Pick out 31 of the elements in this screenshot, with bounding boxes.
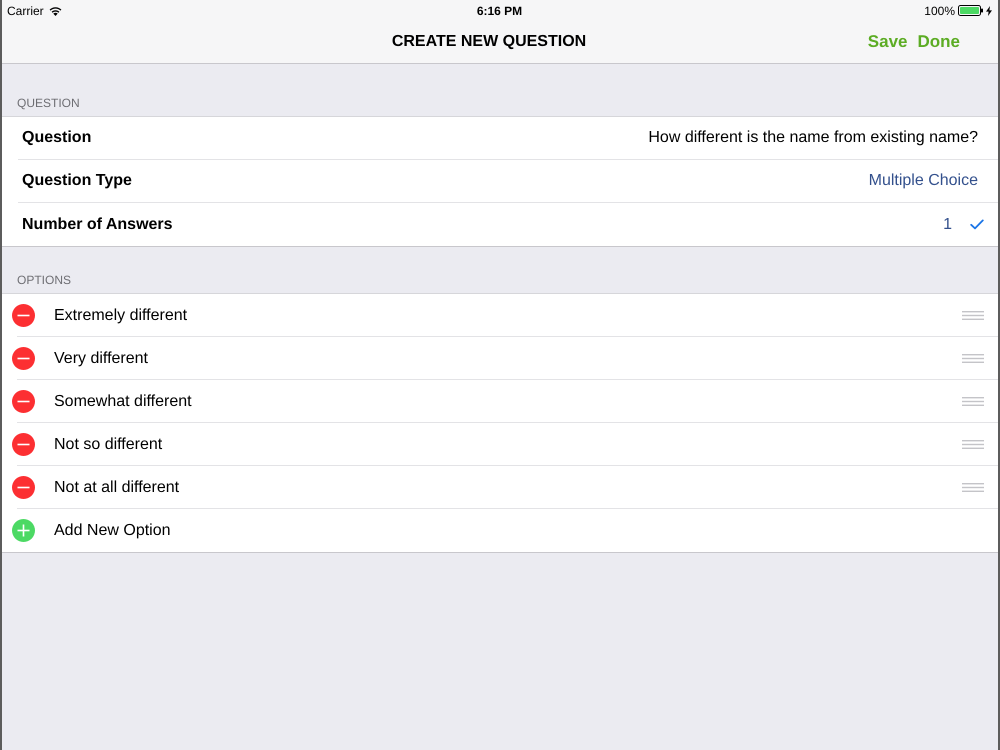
row-label: Question Type xyxy=(22,172,132,190)
option-label: Somewhat different xyxy=(54,392,192,410)
row-value[interactable]: How different is the name from existing name? xyxy=(648,129,978,147)
wifi-icon xyxy=(48,6,62,16)
row-label: Question xyxy=(22,129,92,147)
drag-handle-icon[interactable] xyxy=(962,440,984,449)
remove-icon[interactable] xyxy=(12,476,35,499)
section-header: OPTIONS xyxy=(17,273,72,287)
drag-handle-icon[interactable] xyxy=(962,311,984,320)
option-label: Not at all different xyxy=(54,478,180,496)
remove-icon[interactable] xyxy=(12,390,35,413)
battery-icon xyxy=(958,5,983,16)
battery-percent: 100% xyxy=(924,4,955,18)
remove-icon[interactable] xyxy=(12,347,35,370)
remove-icon[interactable] xyxy=(12,433,35,456)
add-option-label[interactable]: Add New Option xyxy=(54,522,171,540)
row-value: Multiple Choice xyxy=(868,172,978,190)
section-header: QUESTION xyxy=(17,96,80,110)
drag-handle-icon[interactable] xyxy=(962,483,984,492)
option-label: Not so different xyxy=(54,436,162,454)
time-label: 6:16 PM xyxy=(476,4,522,18)
carrier-label: Carrier xyxy=(7,4,44,18)
screen-title: CREATE NEW QUESTION xyxy=(392,33,586,51)
option-label: Extremely different xyxy=(54,306,188,324)
row-value: 1 xyxy=(943,216,952,234)
remove-icon[interactable] xyxy=(12,304,35,327)
option-label: Very different xyxy=(54,350,148,368)
row-label: Number of Answers xyxy=(22,216,173,234)
drag-handle-icon[interactable] xyxy=(962,354,984,363)
add-icon[interactable] xyxy=(12,519,35,542)
drag-handle-icon[interactable] xyxy=(962,397,984,406)
